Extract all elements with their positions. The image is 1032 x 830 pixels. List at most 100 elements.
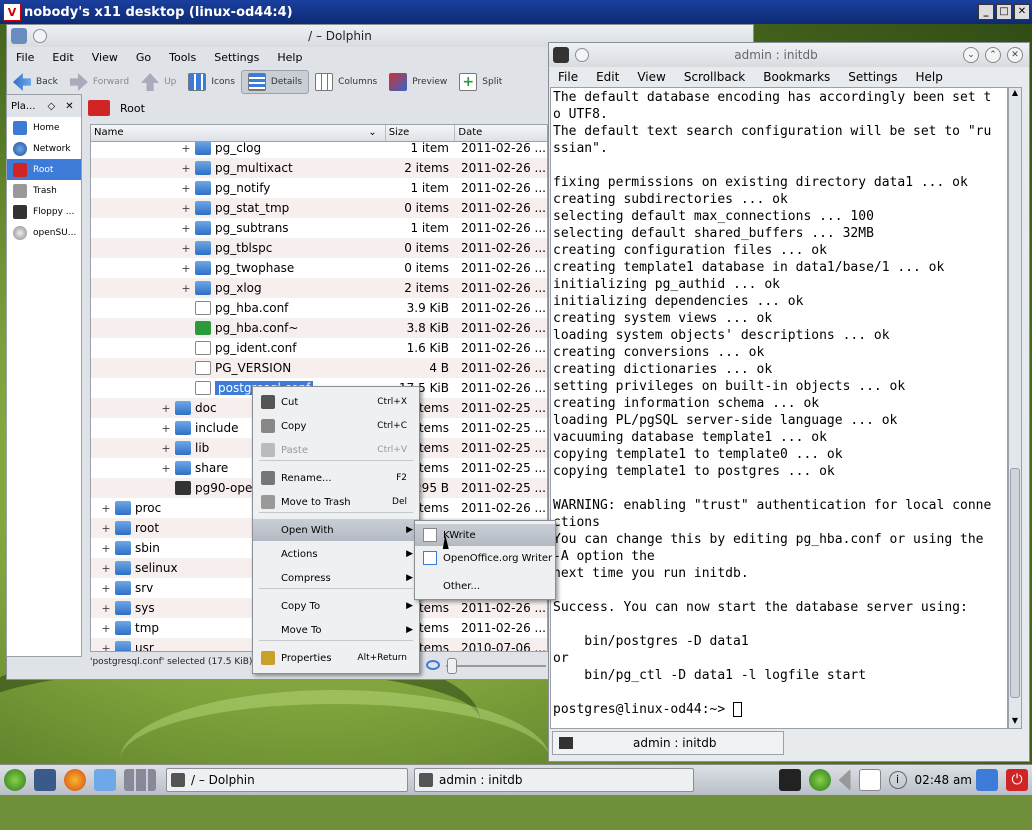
start-menu-button[interactable] [4,768,30,792]
expand-icon[interactable]: + [101,582,111,595]
clock[interactable]: 02:48 am [915,773,972,787]
context-menu-item-move-to-trash[interactable]: Move to Trash Del [253,491,419,513]
terminal-tab[interactable]: admin : initdb [552,731,784,755]
tray-clipboard[interactable] [858,768,885,792]
submenu-item-openoffice-writer[interactable]: OpenOffice.org Writer [415,547,555,569]
expand-icon[interactable]: + [101,522,111,535]
shutdown-button[interactable]: ⏻ [1006,768,1032,792]
launcher-firefox[interactable] [64,768,90,792]
table-row[interactable]: + pg_xlog 2 items 2011-02-26 ... [91,278,547,298]
menu-tools[interactable]: Tools [160,51,205,64]
menu-file[interactable]: File [549,70,587,84]
context-menu-item-properties[interactable]: Properties Alt+Return [253,647,419,669]
context-menu-item-cut[interactable]: Cut Ctrl+X [253,391,419,413]
expand-icon[interactable]: + [181,242,191,255]
table-row[interactable]: pg_hba.conf 3.9 KiB 2011-02-26 ... [91,298,547,318]
table-row[interactable]: + pg_twophase 0 items 2011-02-26 ... [91,258,547,278]
close-button[interactable]: ✕ [1014,4,1030,20]
submenu-item-kwrite[interactable]: KWrite [415,524,555,546]
desktop-pager[interactable] [124,768,160,792]
context-menu-item-paste[interactable]: Paste Ctrl+V [253,439,419,461]
expand-icon[interactable]: + [161,422,171,435]
tray-updater[interactable] [808,768,835,792]
expand-icon[interactable]: + [181,142,191,155]
expand-icon[interactable]: + [101,622,111,635]
table-row[interactable]: + pg_stat_tmp 0 items 2011-02-26 ... [91,198,547,218]
scroll-up-icon[interactable]: ▲ [1009,88,1021,100]
places-item-home[interactable]: Home [7,117,81,138]
expand-icon[interactable]: + [161,402,171,415]
expand-icon[interactable]: + [101,642,111,652]
lock-screen-button[interactable] [976,768,1002,792]
menu-edit[interactable]: Edit [43,51,82,64]
terminal-scrollbar[interactable]: ▲ ▼ [1008,87,1022,729]
table-row[interactable]: pg_hba.conf~ 3.8 KiB 2011-02-26 ... [91,318,547,338]
table-row[interactable]: + pg_clog 1 item 2011-02-26 ... [91,138,547,158]
launcher-network[interactable] [34,768,60,792]
task-terminal[interactable]: admin : initdb [414,768,694,792]
minimize-button[interactable]: ⌄ [963,47,979,63]
back-button[interactable]: Back [7,70,64,94]
context-menu-item-compress[interactable]: Compress ▶ [253,567,419,589]
zoom-slider[interactable] [446,665,546,667]
tray-arrow[interactable] [838,768,855,792]
menu-help[interactable]: Help [268,51,311,64]
tray-info[interactable]: i [888,768,911,792]
float-panel-icon[interactable]: ◇ [47,101,55,112]
minimize-button[interactable]: _ [978,4,994,20]
expand-icon[interactable]: + [161,462,171,475]
window-menu-button[interactable] [33,29,47,43]
launcher-file-manager[interactable] [94,768,120,792]
menu-view[interactable]: View [83,51,127,64]
menu-scrollback[interactable]: Scrollback [675,70,754,84]
terminal-output[interactable]: The default database encoding has accord… [550,87,1008,729]
menu-help[interactable]: Help [907,70,952,84]
details-view-button[interactable]: Details [240,70,310,94]
expand-icon[interactable]: + [181,202,191,215]
expand-icon[interactable]: + [101,502,111,515]
context-menu-item-rename[interactable]: Rename... F2 [253,467,419,489]
table-row[interactable]: + pg_subtrans 1 item 2011-02-26 ... [91,218,547,238]
forward-button[interactable]: Forward [64,70,135,94]
menu-bookmarks[interactable]: Bookmarks [754,70,839,84]
expand-icon[interactable]: + [181,222,191,235]
places-item-root[interactable]: Root [7,159,81,180]
context-menu-item-actions[interactable]: Actions ▶ [253,543,419,565]
context-menu-item-copy[interactable]: Copy Ctrl+C [253,415,419,437]
menu-view[interactable]: View [628,70,674,84]
tray-terminal[interactable] [778,768,805,792]
expand-icon[interactable]: + [161,442,171,455]
expand-icon[interactable]: + [101,602,111,615]
table-row[interactable]: + pg_tblspc 0 items 2011-02-26 ... [91,238,547,258]
context-menu-item-move-to[interactable]: Move To ▶ [253,619,419,641]
table-row[interactable]: + pg_notify 1 item 2011-02-26 ... [91,178,547,198]
window-menu-button[interactable] [575,48,589,62]
split-button[interactable]: + Split [453,70,508,94]
menu-file[interactable]: File [7,51,43,64]
menu-go[interactable]: Go [127,51,160,64]
expand-icon[interactable]: + [181,182,191,195]
breadcrumb[interactable]: Root [88,97,548,119]
places-item-trash[interactable]: Trash [7,180,81,201]
zoom-slider-handle[interactable] [447,658,457,674]
preview-button[interactable]: Preview [383,70,453,94]
table-row[interactable]: + pg_multixact 2 items 2011-02-26 ... [91,158,547,178]
places-item-network[interactable]: Network [7,138,81,159]
maximize-button[interactable]: ⌃ [985,47,1001,63]
menu-settings[interactable]: Settings [839,70,906,84]
table-row[interactable]: pg_ident.conf 1.6 KiB 2011-02-26 ... [91,338,547,358]
expand-icon[interactable]: + [181,162,191,175]
close-panel-icon[interactable]: ✕ [65,101,73,112]
up-button[interactable]: Up [135,70,182,94]
scrollbar-thumb[interactable] [1010,468,1020,698]
task-dolphin[interactable]: / – Dolphin [166,768,408,792]
columns-view-button[interactable]: Columns [309,70,383,94]
places-item-opensuse[interactable]: openSU... [7,222,81,243]
expand-icon[interactable]: + [101,562,111,575]
close-button[interactable]: ✕ [1007,47,1023,63]
expand-icon[interactable]: + [181,282,191,295]
menu-edit[interactable]: Edit [587,70,628,84]
submenu-item-other[interactable]: Other... [415,575,555,597]
scroll-down-icon[interactable]: ▼ [1009,716,1021,728]
context-menu-item-open-with[interactable]: Open With ▶ [253,519,419,541]
